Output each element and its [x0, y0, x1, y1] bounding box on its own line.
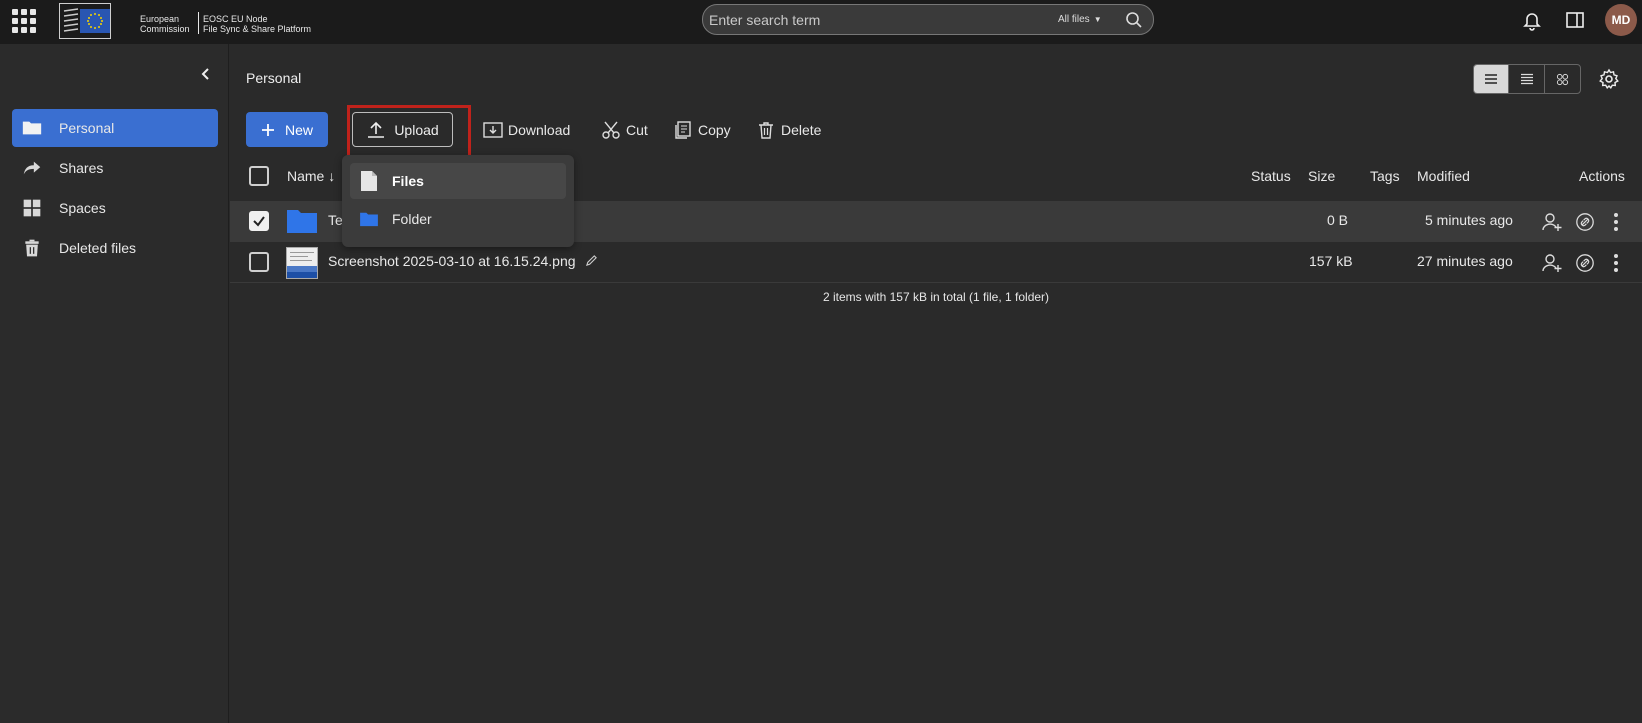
sidebar: Personal Shares Spaces Deleted files — [0, 44, 229, 723]
view-mode-toggle — [1473, 64, 1581, 94]
main-content: Personal New Upload Download Cut Copy De… — [230, 44, 1642, 723]
download-button[interactable]: Download — [483, 112, 570, 147]
eu-flag-icon — [80, 9, 110, 33]
view-tiles-icon[interactable] — [1545, 65, 1580, 93]
top-bar: European Commission EOSC EU Node File Sy… — [0, 0, 1642, 44]
select-all-checkbox[interactable] — [249, 166, 269, 186]
search-scope-label: All files — [1058, 14, 1090, 25]
file-modified: 27 minutes ago — [1417, 253, 1513, 269]
bell-icon[interactable] — [1521, 9, 1543, 31]
pencil-icon[interactable] — [585, 254, 598, 267]
file-name[interactable]: Screenshot 2025-03-10 at 16.15.24.png — [328, 253, 576, 269]
ec-logo-building-icon — [63, 8, 79, 32]
upload-files-label: Files — [392, 173, 424, 189]
column-header-name[interactable]: Name ↓ — [287, 168, 335, 184]
logo-subtitle: EOSC EU Node File Sync & Share Platform — [203, 14, 311, 34]
scissors-icon — [602, 121, 620, 139]
add-share-icon[interactable] — [1541, 211, 1563, 233]
user-avatar[interactable]: MD — [1605, 4, 1637, 36]
download-button-label: Download — [508, 121, 571, 138]
sidebar-item-deleted-files[interactable]: Deleted files — [12, 229, 218, 267]
sidebar-item-label: Spaces — [59, 200, 106, 216]
upload-button[interactable]: Upload — [352, 112, 453, 147]
breadcrumb[interactable]: Personal — [246, 70, 301, 86]
column-header-status[interactable]: Status — [1251, 168, 1291, 184]
logo-line1: European — [140, 14, 180, 24]
search-scope-select[interactable]: All files ▼ — [1058, 14, 1102, 25]
more-options-icon[interactable] — [1605, 252, 1627, 274]
folder-icon — [20, 116, 44, 140]
copy-icon — [675, 120, 691, 139]
link-icon[interactable] — [1574, 252, 1596, 274]
folder-icon — [287, 210, 317, 233]
trash-icon — [20, 236, 44, 260]
upload-folder-menu-item[interactable]: Folder — [350, 201, 566, 237]
cut-button-label: Cut — [626, 121, 648, 138]
file-modified: 5 minutes ago — [1425, 212, 1513, 228]
file-name-wrap: Screenshot 2025-03-10 at 16.15.24.png — [328, 253, 598, 269]
logo-divider — [198, 12, 199, 34]
logo-text: European Commission — [140, 14, 190, 34]
file-icon — [358, 170, 380, 192]
upload-folder-label: Folder — [392, 211, 432, 227]
sidebar-item-spaces[interactable]: Spaces — [12, 189, 218, 227]
upload-button-label: Upload — [394, 121, 439, 138]
view-list-icon[interactable] — [1474, 65, 1510, 93]
caret-down-icon: ▼ — [1093, 15, 1102, 24]
new-button[interactable]: New — [246, 112, 328, 147]
logo-subtitle-line2: File Sync & Share Platform — [203, 24, 312, 34]
delete-button-label: Delete — [781, 121, 822, 138]
download-icon — [483, 121, 503, 138]
app-switcher-icon[interactable] — [10, 7, 38, 35]
link-icon[interactable] — [1574, 211, 1596, 233]
logo-subtitle-line1: EOSC EU Node — [203, 14, 268, 24]
share-arrow-icon — [20, 156, 44, 180]
search-bar: All files▼ — [702, 4, 1154, 35]
chevron-left-icon[interactable] — [198, 66, 214, 82]
more-options-icon[interactable] — [1605, 211, 1627, 233]
table-row[interactable]: Screenshot 2025-03-10 at 16.15.24.png 15… — [230, 242, 1642, 283]
grid-icon — [20, 196, 44, 220]
add-share-icon[interactable] — [1541, 252, 1563, 274]
column-header-tags: Tags — [1370, 168, 1400, 184]
gear-icon[interactable] — [1598, 68, 1620, 90]
row-checkbox[interactable] — [249, 211, 269, 231]
trash-icon — [759, 121, 773, 139]
image-thumbnail — [286, 247, 318, 279]
row-checkbox[interactable] — [249, 252, 269, 272]
search-icon[interactable] — [1125, 11, 1143, 29]
sidebar-item-personal[interactable]: Personal — [12, 109, 218, 147]
delete-button[interactable]: Delete — [756, 112, 821, 147]
new-button-label: New — [284, 121, 313, 138]
sidebar-item-label: Personal — [59, 120, 115, 136]
search-input[interactable] — [709, 10, 1039, 30]
sidebar-item-label: Deleted files — [59, 240, 137, 256]
column-header-modified[interactable]: Modified — [1417, 168, 1470, 184]
file-size: 157 kB — [1309, 253, 1353, 269]
plus-icon — [261, 123, 274, 136]
view-condensed-icon[interactable] — [1509, 65, 1545, 93]
sidebar-item-shares[interactable]: Shares — [12, 149, 218, 187]
file-toolbar: New Upload Download Cut Copy Delete — [246, 105, 846, 238]
column-header-actions: Actions — [1579, 168, 1625, 184]
upload-files-menu-item[interactable]: Files — [350, 163, 566, 199]
column-header-name-label: Name — [287, 168, 325, 184]
sidebar-item-label: Shares — [59, 160, 104, 176]
copy-button-label: Copy — [698, 121, 731, 138]
upload-icon — [368, 121, 385, 138]
file-size: 0 B — [1327, 212, 1349, 228]
cut-button[interactable]: Cut — [601, 112, 648, 147]
upload-dropdown-menu: Files Folder — [342, 155, 574, 247]
checkmark-icon — [253, 216, 265, 227]
folder-icon — [358, 208, 380, 230]
logo-line2: Commission — [140, 24, 190, 34]
items-summary: 2 items with 157 kB in total (1 file, 1 … — [822, 290, 1050, 304]
column-header-size[interactable]: Size — [1308, 168, 1335, 184]
copy-button[interactable]: Copy — [673, 112, 731, 147]
sidebar-panel-icon[interactable] — [1565, 10, 1585, 30]
file-name[interactable]: Te — [328, 212, 343, 228]
